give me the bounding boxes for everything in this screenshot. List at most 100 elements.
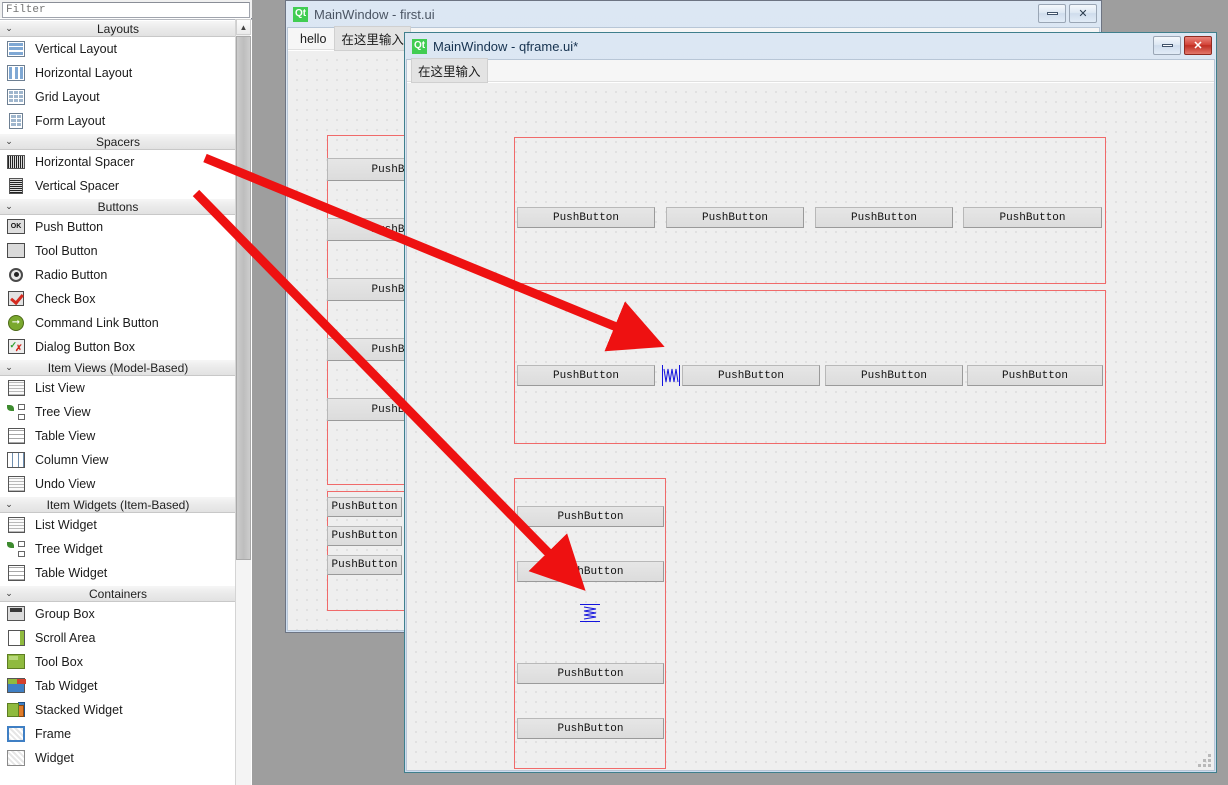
minimize-icon [1046, 12, 1058, 15]
widget-box-item-tree-view[interactable]: Tree View [0, 400, 236, 424]
widget-box-item-label: Grid Layout [35, 89, 100, 104]
back-push-button[interactable]: PushButton [327, 555, 402, 575]
widget-box-item-undo-view[interactable]: Undo View [0, 472, 236, 496]
tree-widget-icon [5, 539, 27, 559]
front-push-button[interactable]: PushButton [815, 207, 953, 228]
widget-box-item-horizontal-layout[interactable]: Horizontal Layout [0, 61, 236, 85]
widget-box-item-label: Vertical Spacer [35, 178, 120, 193]
front-push-button[interactable]: PushButton [963, 207, 1102, 228]
front-window-minimize-button[interactable] [1153, 36, 1181, 55]
scroll-area-icon [5, 628, 27, 648]
widget-box-item-radio-button[interactable]: Radio Button [0, 263, 236, 287]
back-window-close-button[interactable]: ✕ [1069, 4, 1097, 23]
widget-box-item-dialog-button-box[interactable]: ✓ ✗ Dialog Button Box [0, 335, 236, 359]
filter-input[interactable] [2, 2, 250, 18]
front-window-titlebar[interactable]: Qt MainWindow - qframe.ui* ✕ [405, 33, 1216, 59]
screen-root: ⌄ Layouts Vertical Layout Horizontal Layout… [0, 0, 1228, 785]
check-box-icon [5, 289, 27, 309]
widget-box-item-tool-box[interactable]: Tool Box [0, 650, 236, 674]
front-push-button[interactable]: PushButton [682, 365, 820, 386]
widget-box-scrollbar[interactable]: ▲ [235, 19, 251, 785]
widget-box-item-table-widget[interactable]: Table Widget [0, 561, 236, 585]
widget-box-item-tree-widget[interactable]: Tree Widget [0, 537, 236, 561]
widget-icon [5, 748, 27, 768]
front-push-button[interactable]: PushButton [825, 365, 963, 386]
back-push-button[interactable]: PushButton [327, 526, 402, 546]
menu-placeholder[interactable]: 在这里输入 [411, 58, 488, 83]
widget-box-item-label: Group Box [35, 606, 95, 621]
front-window-form-canvas[interactable]: PushButton PushButton PushButton PushBut… [407, 83, 1214, 770]
back-window-titlebar[interactable]: Qt MainWindow - first.ui ✕ [286, 1, 1101, 27]
widget-box-item-check-box[interactable]: Check Box [0, 287, 236, 311]
horizontal-layout-icon [5, 63, 27, 83]
size-grip[interactable] [1198, 754, 1211, 767]
front-window-close-button[interactable]: ✕ [1184, 36, 1212, 55]
widget-box-item-horizontal-spacer[interactable]: Horizontal Spacer [0, 150, 236, 174]
widget-box-item-form-layout[interactable]: Form Layout [0, 109, 236, 133]
list-widget-icon [5, 515, 27, 535]
widget-box-item-column-view[interactable]: Column View [0, 448, 236, 472]
widget-box-item-label: Undo View [35, 476, 96, 491]
widget-box-item-command-link-button[interactable]: ➞ Command Link Button [0, 311, 236, 335]
scroll-up-arrow-icon[interactable]: ▲ [236, 19, 251, 35]
widget-box-item-label: Tool Button [35, 243, 98, 258]
stacked-widget-icon [5, 700, 27, 720]
widget-box-item-tool-button[interactable]: Tool Button [0, 239, 236, 263]
qt-logo-icon: Qt [412, 38, 427, 54]
horizontal-spacer-widget[interactable] [662, 365, 680, 386]
widget-box-item-tab-widget[interactable]: Tab Widget [0, 674, 236, 698]
front-push-button[interactable]: PushButton [967, 365, 1103, 386]
table-view-icon [5, 426, 27, 446]
back-push-button[interactable]: PushButton [327, 497, 402, 517]
widget-box-item-group-box[interactable]: Group Box [0, 602, 236, 626]
widget-box-item-push-button[interactable]: OK Push Button [0, 215, 236, 239]
front-push-button[interactable]: PushButton [517, 718, 664, 739]
widget-box-item-table-view[interactable]: Table View [0, 424, 236, 448]
front-push-button[interactable]: PushButton [517, 663, 664, 684]
scrollbar-track[interactable] [236, 560, 251, 785]
vertical-spacer-widget[interactable] [580, 604, 600, 622]
front-push-button[interactable]: PushButton [517, 207, 655, 228]
chevron-down-icon: ⌄ [5, 588, 13, 598]
tab-widget-icon [5, 676, 27, 696]
widget-box-item-label: Horizontal Spacer [35, 154, 135, 169]
widget-box-item-label: Frame [35, 726, 72, 741]
widget-box-item-frame[interactable]: Frame [0, 722, 236, 746]
menu-item-hello[interactable]: hello [292, 30, 334, 48]
category-title: Item Widgets (Item-Based) [46, 497, 190, 512]
widget-box-filter-row [0, 0, 252, 18]
tool-box-icon [5, 652, 27, 672]
front-window-qframe-ui[interactable]: Qt MainWindow - qframe.ui* ✕ 在这里输入 PushB… [404, 32, 1217, 773]
front-window-title: MainWindow - qframe.ui* [433, 38, 579, 54]
front-push-button[interactable]: PushButton [517, 561, 664, 582]
front-window-menubar[interactable]: 在这里输入 [407, 58, 1214, 83]
radio-button-icon [5, 265, 27, 285]
widget-box-item-label: Table View [35, 428, 96, 443]
widget-box-item-grid-layout[interactable]: Grid Layout [0, 85, 236, 109]
widget-box-category-header[interactable]: ⌄ Item Widgets (Item-Based) [0, 496, 236, 513]
widget-box-item-stacked-widget[interactable]: Stacked Widget [0, 698, 236, 722]
widget-box-category-header[interactable]: ⌄ Buttons [0, 198, 236, 215]
widget-box-item-list-view[interactable]: List View [0, 376, 236, 400]
menu-placeholder[interactable]: 在这里输入 [334, 26, 411, 51]
front-push-button[interactable]: PushButton [517, 506, 664, 527]
front-push-button[interactable]: PushButton [517, 365, 655, 386]
back-window-minimize-button[interactable] [1038, 4, 1066, 23]
widget-box-category-header[interactable]: ⌄ Item Views (Model-Based) [0, 359, 236, 376]
widget-box-item-scroll-area[interactable]: Scroll Area [0, 626, 236, 650]
widget-box-item-label: Column View [35, 452, 109, 467]
widget-box-item-vertical-spacer[interactable]: Vertical Spacer [0, 174, 236, 198]
front-push-button[interactable]: PushButton [666, 207, 804, 228]
widget-box-item-vertical-layout[interactable]: Vertical Layout [0, 37, 236, 61]
widget-box-item-widget[interactable]: Widget [0, 746, 236, 770]
widget-box-category-header[interactable]: ⌄ Layouts [0, 20, 236, 37]
widget-box-category-header[interactable]: ⌄ Containers [0, 585, 236, 602]
widget-box-item-label: Stacked Widget [35, 702, 123, 717]
close-icon: ✕ [1193, 40, 1203, 52]
widget-box-item-list-widget[interactable]: List Widget [0, 513, 236, 537]
category-title: Layouts [96, 21, 140, 36]
scrollbar-thumb[interactable] [236, 36, 251, 560]
widget-box-category-header[interactable]: ⌄ Spacers [0, 133, 236, 150]
table-widget-icon [5, 563, 27, 583]
vertical-spacer-icon [583, 606, 597, 620]
